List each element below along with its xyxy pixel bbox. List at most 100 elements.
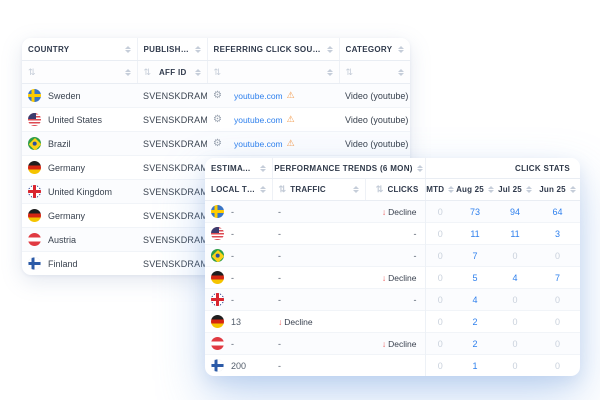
click-count: 7 — [472, 251, 477, 261]
filter-sources[interactable]: ⇅ — [207, 61, 339, 84]
decline-indicator: ↓Decline — [382, 207, 417, 217]
trend-value: - — [278, 295, 281, 305]
gear-icon[interactable]: ⚙ — [213, 139, 222, 149]
source-link[interactable]: youtube.com — [234, 139, 283, 149]
sort-icon[interactable] — [195, 69, 201, 76]
sort-icon[interactable] — [125, 46, 131, 53]
click-count: 11 — [510, 229, 519, 239]
sort-filter-icon: ⇅ — [28, 68, 36, 77]
click-count: 0 — [555, 295, 560, 305]
trend-value: - — [278, 229, 281, 239]
sort-icon[interactable] — [327, 46, 333, 53]
column-header-label: PUBLISHER — [144, 45, 191, 54]
gear-icon[interactable]: ⚙ — [213, 115, 222, 125]
trend-value: - — [278, 251, 281, 261]
country-name: United States — [48, 115, 102, 125]
publisher-row[interactable]: Sweden SVENSKDRAMA ⚙youtube.com⚠ Video (… — [22, 84, 410, 108]
filter-country[interactable]: ⇅ — [22, 61, 137, 84]
traffic-row[interactable]: 200 - 0 1 0 0 — [205, 355, 580, 377]
sort-icon[interactable] — [125, 69, 131, 76]
sort-icon[interactable] — [488, 186, 494, 193]
column-header-jul-25[interactable]: Jul 25 — [495, 179, 535, 201]
column-header-traffic[interactable]: ⇅TRAFFIC — [272, 179, 365, 201]
click-count: 0 — [555, 361, 560, 371]
sort-icon[interactable] — [570, 186, 576, 193]
column-header-country[interactable]: COUNTRY — [22, 38, 137, 61]
column-header-local-traffic[interactable]: LOCAL TRAFFIC — [205, 179, 272, 201]
click-count: 0 — [555, 251, 560, 261]
group-header-label: CLICK STATS — [515, 164, 570, 173]
publisher-name: SVENSKDRAMA — [137, 132, 207, 156]
group-header-performance-trends[interactable]: PERFORMANCE TRENDS (6 MON) — [272, 158, 425, 179]
trend-value: - — [414, 229, 417, 239]
column-header-referring-click-sources[interactable]: REFERRING CLICK SOURCES — [207, 38, 339, 61]
flag-germany-icon — [211, 315, 224, 328]
column-header-label: Jul 25 — [498, 185, 522, 194]
click-count: 7 — [555, 273, 560, 283]
click-count: 94 — [510, 207, 520, 217]
decline-arrow-icon: ↓ — [382, 207, 386, 217]
column-header-aug-25[interactable]: Aug 25 — [455, 179, 495, 201]
local-traffic-value: - — [231, 295, 234, 305]
sort-icon[interactable] — [417, 165, 423, 172]
click-count: 1 — [472, 361, 477, 371]
sort-icon[interactable] — [398, 46, 404, 53]
decline-arrow-icon: ↓ — [382, 339, 386, 349]
sort-icon[interactable] — [327, 69, 333, 76]
decline-arrow-icon: ↓ — [382, 273, 386, 283]
traffic-row[interactable]: - - - 0 11 11 3 — [205, 223, 580, 245]
publisher-name: SVENSKDRAMA — [137, 108, 207, 132]
source-link[interactable]: youtube.com — [234, 115, 283, 125]
filter-aff-id[interactable]: ⇅AFF ID — [137, 61, 207, 84]
publisher-name: SVENSKDRAMA — [137, 180, 207, 204]
sort-icon[interactable] — [260, 186, 266, 193]
trend-value: - — [278, 339, 281, 349]
column-header-category[interactable]: CATEGORY — [339, 38, 410, 61]
group-header-label: ESTIMATED — [211, 164, 256, 173]
click-count: 0 — [555, 339, 560, 349]
column-header-clicks[interactable]: ⇅CLICKS — [365, 179, 425, 201]
traffic-row[interactable]: - - - 0 7 0 0 — [205, 245, 580, 267]
category-label: Video (youtube) — [339, 132, 410, 156]
local-traffic-value: 13 — [231, 317, 241, 327]
click-count: 4 — [512, 273, 517, 283]
sort-icon[interactable] — [448, 186, 454, 193]
column-header-label: COUNTRY — [28, 45, 121, 54]
dashboard-canvas: COUNTRY PUBLISHER REFERRING CLICK SOURCE… — [0, 0, 600, 400]
local-traffic-value: - — [231, 207, 234, 217]
publisher-row[interactable]: Brazil SVENSKDRAMA ⚙youtube.com⚠ Video (… — [22, 132, 410, 156]
traffic-row[interactable]: - - ↓Decline 0 5 4 7 — [205, 267, 580, 289]
column-header-label: Jun 25 — [539, 185, 566, 194]
publisher-name: SVENSKDRAMA — [137, 204, 207, 228]
source-link[interactable]: youtube.com — [234, 91, 283, 101]
sort-icon[interactable] — [195, 46, 201, 53]
gear-icon[interactable]: ⚙ — [213, 91, 222, 101]
group-header-estimated[interactable]: ESTIMATED — [205, 158, 272, 179]
sort-filter-icon: ⇅ — [214, 68, 222, 77]
flag-sweden-icon — [211, 205, 224, 218]
publisher-row[interactable]: United States SVENSKDRAMA ⚙youtube.com⚠ … — [22, 108, 410, 132]
sort-filter-icon: ⇅ — [279, 185, 287, 194]
category-label: Video (youtube) — [339, 84, 410, 108]
click-count: 0 — [438, 317, 443, 327]
sort-icon[interactable] — [526, 186, 532, 193]
column-header-jun-25[interactable]: Jun 25 — [535, 179, 580, 201]
click-count: 0 — [438, 273, 443, 283]
column-header-mtd[interactable]: MTD — [425, 179, 455, 201]
traffic-row[interactable]: 13 ↓Decline 0 2 0 0 — [205, 311, 580, 333]
sort-icon[interactable] — [398, 69, 404, 76]
traffic-row[interactable]: - - - 0 4 0 0 — [205, 289, 580, 311]
click-count: 0 — [512, 339, 517, 349]
filter-category[interactable]: ⇅ — [339, 61, 410, 84]
sort-filter-icon: ⇅ — [144, 68, 152, 77]
sort-icon[interactable] — [260, 165, 266, 172]
traffic-stats-table: ESTIMATED PERFORMANCE TRENDS (6 MON) CLI… — [205, 158, 580, 376]
click-count: 0 — [438, 339, 443, 349]
local-traffic-value: 200 — [231, 361, 246, 371]
column-header-label: CLICKS — [388, 185, 419, 194]
traffic-row[interactable]: - - ↓Decline 0 73 94 64 — [205, 201, 580, 223]
traffic-row[interactable]: - - ↓Decline 0 2 0 0 — [205, 333, 580, 355]
flag-finland-icon — [28, 257, 41, 270]
sort-icon[interactable] — [353, 186, 359, 193]
column-header-publisher[interactable]: PUBLISHER — [137, 38, 207, 61]
